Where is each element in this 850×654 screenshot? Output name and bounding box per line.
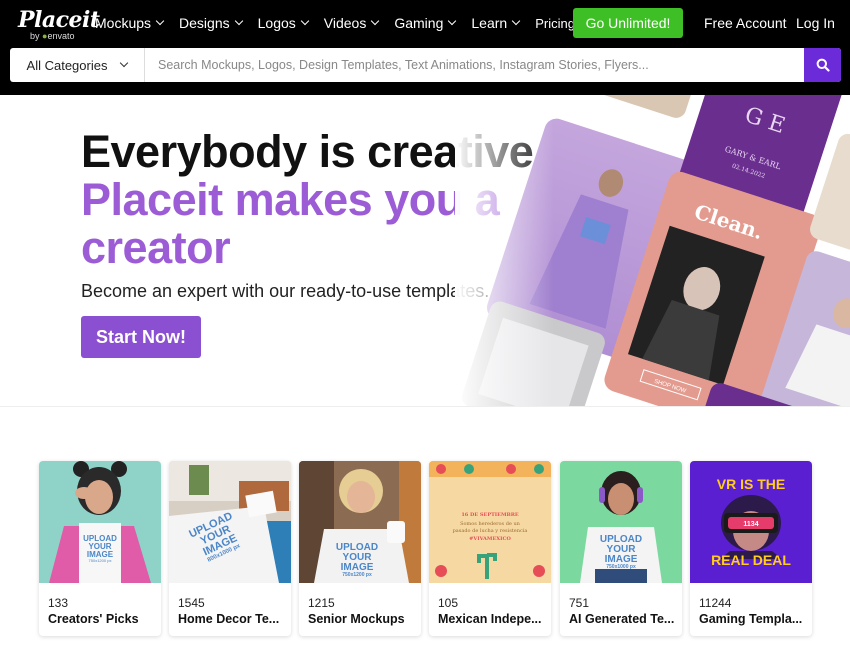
tee-line: 750x1200 px xyxy=(88,558,112,563)
category-count: 1215 xyxy=(308,596,335,610)
nav-label: Designs xyxy=(179,15,230,31)
chevron-down-icon xyxy=(120,58,129,68)
category-card-ai-generated[interactable]: UPLOAD YOUR IMAGE 750x1000 px 751 AI Gen… xyxy=(560,461,682,636)
mexico-template-text: 16 DE SEPTIEMBRE Somos herederos de un p… xyxy=(443,513,537,542)
category-count: 11244 xyxy=(699,596,732,610)
chevron-down-icon xyxy=(155,16,165,26)
thumbnail-graphic xyxy=(49,461,151,583)
category-thumbnail: 16 DE SEPTIEMBRE Somos herederos de un p… xyxy=(429,461,551,583)
hero-headline-line3: creator xyxy=(81,222,231,273)
login-link[interactable]: Log In xyxy=(796,15,835,31)
category-thumbnail: UPLOAD YOUR IMAGE 750x1000 px xyxy=(560,461,682,583)
chevron-down-icon xyxy=(371,16,380,26)
tee-upload-text: UPLOAD YOUR IMAGE 750x1200 px xyxy=(327,543,387,578)
nav-videos[interactable]: Videos xyxy=(323,15,380,31)
tee-line: #VIVAMEXICO xyxy=(469,536,511,542)
category-select[interactable]: All Categories xyxy=(10,48,145,82)
tee-upload-text: UPLOAD YOUR IMAGE 750x1000 px xyxy=(596,535,646,570)
nav-gaming[interactable]: Gaming xyxy=(394,15,457,31)
search-input[interactable] xyxy=(145,48,804,82)
category-name: Home Decor Te... xyxy=(178,612,280,626)
gaming-headline-top: VR IS THE xyxy=(716,476,786,492)
category-thumbnail: UPLOAD YOUR IMAGE 750x1200 px xyxy=(299,461,421,583)
nav-learn[interactable]: Learn xyxy=(471,15,521,31)
nav-label: Learn xyxy=(471,15,508,31)
logo-brand: Placeit xyxy=(18,7,100,33)
category-count: 133 xyxy=(48,596,69,610)
chevron-down-icon xyxy=(234,16,243,26)
category-count: 105 xyxy=(438,596,459,610)
placeit-logo[interactable]: Placeit by ●envato xyxy=(18,9,100,41)
chevron-down-icon xyxy=(300,16,310,26)
category-card-mexican-independence[interactable]: 16 DE SEPTIEMBRE Somos herederos de un p… xyxy=(429,461,551,636)
free-account-link[interactable]: Free Account xyxy=(704,15,787,31)
nav-label: Pricing xyxy=(535,15,575,31)
tee-line: pasado de lucha y resistencia xyxy=(452,528,528,534)
category-thumbnail: UPLOAD YOUR IMAGE 750x1200 px xyxy=(39,461,161,583)
category-name: Creators' Picks xyxy=(48,612,139,626)
nav-label: Videos xyxy=(323,15,367,31)
nav-logos[interactable]: Logos xyxy=(257,15,310,31)
nav-pricing[interactable]: Pricing xyxy=(535,16,575,31)
hero-subtitle: Become an expert with our ready-to-use t… xyxy=(81,281,490,301)
category-card-home-decor[interactable]: UPLOAD YOUR IMAGE 800x1000 px 1545 Home … xyxy=(169,461,291,636)
logo-by: by xyxy=(30,31,40,41)
category-card-creators-picks[interactable]: UPLOAD YOUR IMAGE 750x1200 px 133 Creato… xyxy=(39,461,161,636)
hero-section: Everybody is creative, Placeit makes you… xyxy=(0,95,850,407)
category-card-gaming[interactable]: VR IS THE REAL DEAL 1134 11244 Gaming Te… xyxy=(690,461,812,636)
gaming-headline-bottom: REAL DEAL xyxy=(711,552,791,568)
gaming-visor-text: 1134 xyxy=(743,521,759,528)
hero-template-collage: G E GARY & EARL 02.14.2022 Clean. SHOP N… xyxy=(455,95,850,406)
category-thumbnail: VR IS THE REAL DEAL 1134 xyxy=(690,461,812,583)
top-bar: Placeit by ●envato Mockups Designs Logos… xyxy=(0,0,850,95)
category-count: 751 xyxy=(569,596,590,610)
tee-line: 750x1000 px xyxy=(606,564,636,570)
main-nav: Mockups Designs Logos Videos Gaming Lear… xyxy=(95,14,591,32)
chevron-down-icon xyxy=(511,16,521,26)
category-name: Mexican Indepe... xyxy=(438,612,542,626)
category-select-value: All Categories xyxy=(26,57,108,73)
category-name: AI Generated Te... xyxy=(569,612,675,626)
search-bar: All Categories xyxy=(10,48,841,82)
nav-mockups[interactable]: Mockups xyxy=(95,15,165,31)
nav-designs[interactable]: Designs xyxy=(179,15,243,31)
collage-graphic: G E GARY & EARL 02.14.2022 Clean. SHOP N… xyxy=(455,95,850,406)
nav-label: Gaming xyxy=(394,15,444,31)
nav-label: Mockups xyxy=(95,15,152,31)
category-name: Senior Mockups xyxy=(308,612,405,626)
go-unlimited-button[interactable]: Go Unlimited! xyxy=(573,8,683,38)
start-now-button[interactable]: Start Now! xyxy=(81,316,201,358)
search-button[interactable] xyxy=(804,48,841,82)
hero-headline-line2: Placeit makes you a xyxy=(81,174,500,225)
logo-envato: envato xyxy=(47,31,75,41)
category-name: Gaming Templa... xyxy=(699,612,803,626)
tee-line: 750x1200 px xyxy=(342,572,372,578)
tee-line: Somos herederos de un xyxy=(460,521,520,527)
tee-upload-text: UPLOAD YOUR IMAGE 750x1200 px xyxy=(79,535,121,563)
category-count: 1545 xyxy=(178,596,205,610)
category-carousel: UPLOAD YOUR IMAGE 750x1200 px 133 Creato… xyxy=(39,461,819,641)
nav-label: Logos xyxy=(257,15,296,31)
chevron-down-icon xyxy=(448,16,457,26)
tee-line: 16 DE SEPTIEMBRE xyxy=(461,512,519,518)
search-icon xyxy=(816,58,830,72)
category-thumbnail: UPLOAD YOUR IMAGE 800x1000 px xyxy=(169,461,291,583)
category-card-senior-mockups[interactable]: UPLOAD YOUR IMAGE 750x1200 px 1215 Senio… xyxy=(299,461,421,636)
